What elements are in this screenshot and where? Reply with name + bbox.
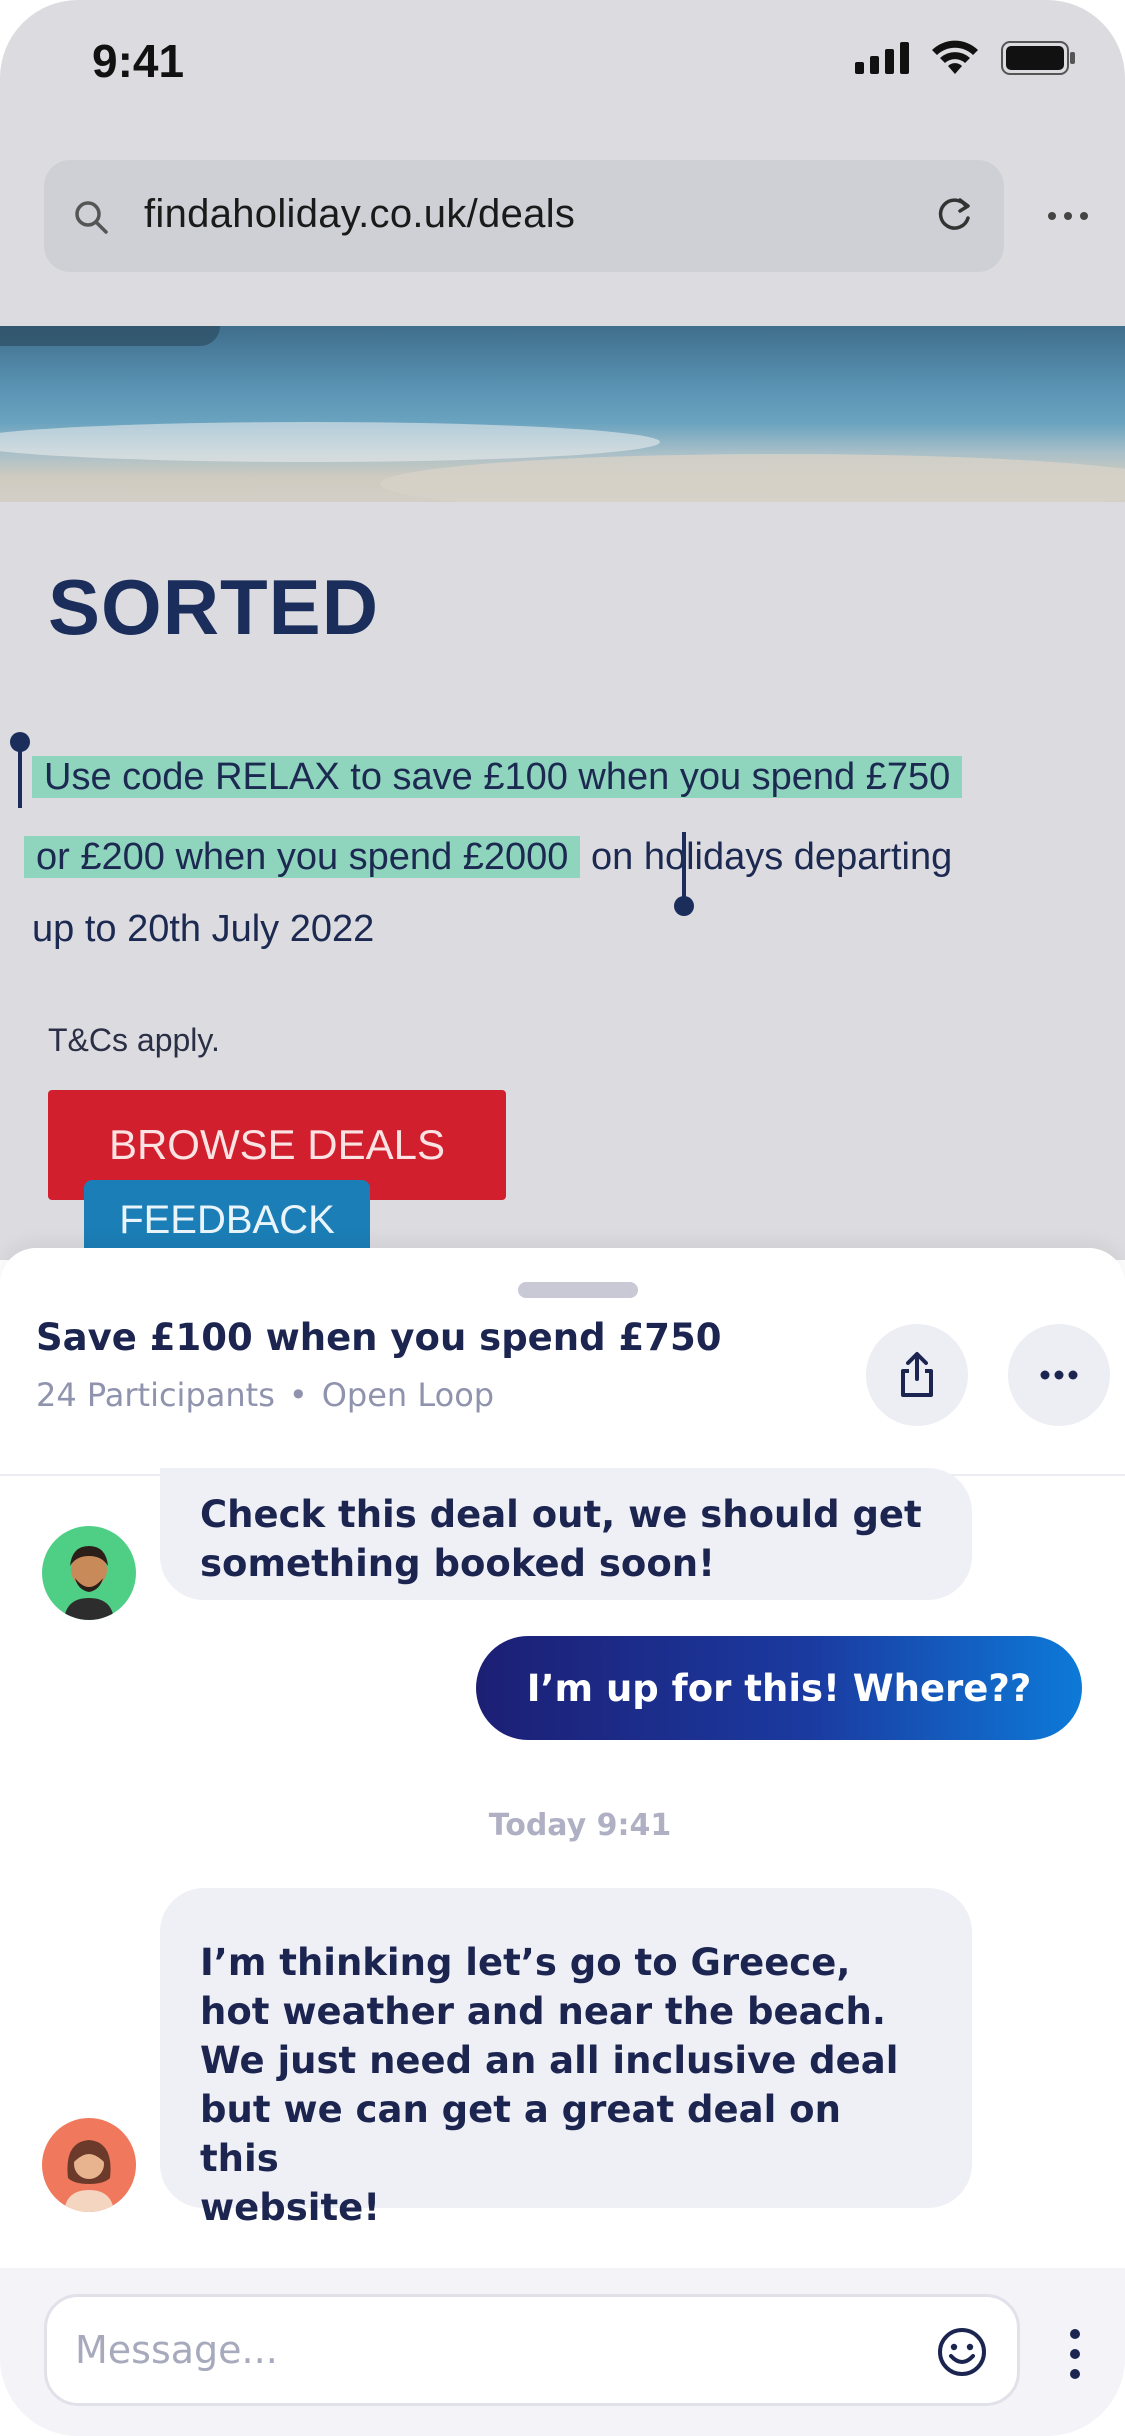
promo-text-line-3: up to 20th July 2022 [32, 908, 375, 950]
chat-title: Save £100 when you spend £750 [36, 1316, 722, 1359]
emoji-icon[interactable] [934, 2324, 990, 2380]
message-line: We just need an all inclusive deal [200, 2039, 899, 2082]
outgoing-message[interactable]: I’m up for this! Where?? [476, 1636, 1082, 1740]
incoming-message[interactable]: I’m thinking let’s go to Greece, hot wea… [160, 1888, 972, 2229]
selection-start-caret [18, 742, 22, 808]
avatar-woman[interactable] [42, 2118, 136, 2212]
selected-text-line-2[interactable]: or £200 when you spend £2000 [24, 836, 581, 878]
meta-separator: • [288, 1376, 308, 1414]
share-button[interactable] [866, 1324, 968, 1426]
more-vertical-icon[interactable] [1060, 2324, 1090, 2384]
selection-end-caret [682, 832, 686, 898]
incoming-message[interactable]: Check this deal out, we should get somet… [160, 1468, 972, 1600]
selection-end-handle[interactable] [674, 896, 694, 916]
status-time: 9:41 [92, 35, 185, 87]
share-icon [901, 1352, 933, 1397]
message-line: Check this deal out, we should get [200, 1493, 922, 1536]
more-horizontal-icon [1040, 1370, 1078, 1380]
message-line: website! [200, 2186, 381, 2229]
address-bar[interactable]: findaholiday.co.uk/deals [44, 160, 1004, 272]
chat-more-button[interactable] [1008, 1324, 1110, 1426]
chat-sheet: Save £100 when you spend £750 24 Partici… [0, 1248, 1125, 2436]
cellular-signal-icon [855, 42, 909, 74]
message-line: but we can get a great deal on this [200, 2088, 841, 2180]
beach-hero-image [0, 326, 1125, 502]
status-icons [855, 40, 1077, 76]
participants-count[interactable]: 24 Participants [36, 1376, 275, 1414]
chat-header: Save £100 when you spend £750 24 Partici… [0, 1308, 1125, 1476]
wifi-icon [931, 40, 979, 76]
message-line: I’m thinking let’s go to Greece, [200, 1941, 851, 1984]
loop-type: Open Loop [321, 1376, 495, 1414]
message-line: something booked soon! [200, 1542, 715, 1585]
message-line: hot weather and near the beach. [200, 1990, 886, 2033]
browser-view: 9:41 findaholiday.co.uk/deals SORTED Use… [0, 0, 1125, 1260]
reload-icon[interactable] [930, 190, 980, 240]
page-heading: SORTED [48, 563, 380, 651]
promo-text-continuation: on holidays departing [591, 836, 953, 878]
more-horizontal-icon[interactable] [1040, 196, 1096, 236]
terms-text[interactable]: T&Cs apply. [48, 1022, 220, 1059]
battery-icon [1001, 40, 1077, 76]
search-icon [75, 201, 108, 234]
avatar-man[interactable] [42, 1526, 136, 1620]
message-input[interactable]: Message... [44, 2294, 1020, 2406]
message-composer: Message... [0, 2268, 1125, 2436]
status-bar: 9:41 [0, 0, 1125, 130]
message-timestamp: Today 9:41 [488, 1808, 672, 1843]
selected-text-line-1[interactable]: Use code RELAX to save £100 when you spe… [32, 756, 963, 798]
phone-screen: 9:41 findaholiday.co.uk/deals SORTED Use… [0, 0, 1125, 2436]
url-text[interactable]: findaholiday.co.uk/deals [144, 192, 575, 237]
message-list[interactable]: Check this deal out, we should get somet… [0, 1468, 1125, 2278]
chat-meta: 24 Participants • Open Loop [36, 1376, 494, 1414]
sheet-grab-handle[interactable] [518, 1282, 638, 1298]
